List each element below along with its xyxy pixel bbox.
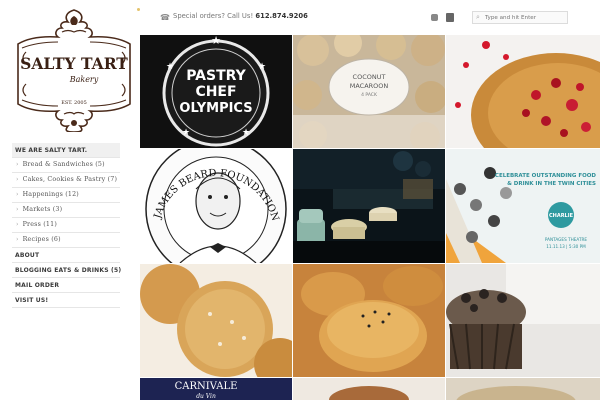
chevron-right-icon: ›: [16, 236, 19, 243]
tile-image: [293, 264, 445, 377]
tile-image: [140, 264, 292, 377]
chevron-right-icon: ›: [16, 221, 19, 228]
tile-image: [293, 378, 445, 400]
tile-text: 11.11.13 | 5:30 PM: [546, 244, 586, 249]
chevron-right-icon: ›: [16, 191, 19, 198]
nav-about[interactable]: ABOUT: [12, 248, 120, 263]
tile-text: COCONUT: [353, 73, 386, 81]
logo-name-line2: Bakery: [69, 75, 99, 84]
phone-line: Special orders? Call Us! 612.874.9206: [173, 12, 308, 20]
logo-name-line1: SALTY TART: [20, 54, 128, 73]
salty-tart-logo[interactable]: SALTY TART Bakery EST. 2005: [12, 8, 136, 132]
tile-text: 4 PACK: [361, 92, 378, 98]
nav-label: Recipes (6): [22, 236, 61, 243]
top-bar: ☎ Special orders? Call Us! 612.874.9206 …: [140, 0, 600, 34]
tile-text: CHEF: [195, 84, 236, 100]
tile-image: CARNIVALE du Vin: [140, 378, 292, 400]
nav-happenings[interactable]: › Happenings (12): [12, 188, 120, 203]
nav-label: Cakes, Cookies & Pastry (7): [22, 176, 118, 183]
category-nav: WE ARE SALTY TART. › Bread & Sandwiches (…: [12, 143, 122, 308]
nav-label: Bread & Sandwiches (5): [22, 161, 105, 168]
svg-text:★: ★: [182, 128, 190, 138]
social-icon[interactable]: [431, 14, 438, 21]
phone-icon: ☎: [160, 13, 170, 22]
chevron-right-icon: ›: [16, 161, 19, 168]
nav-label: ABOUT: [15, 252, 40, 259]
tile-fruit-tart[interactable]: [446, 35, 600, 148]
tile-pastry-bottom[interactable]: [293, 378, 445, 400]
sidebar: SALTY TART Bakery EST. 2005 WE ARE SALTY…: [0, 0, 140, 400]
search-box: ⌕: [472, 11, 568, 24]
tile-charlie-awards[interactable]: CELEBRATE OUTSTANDING FOOD & DRINK IN TH…: [446, 149, 600, 263]
tile-text: & DRINK IN THE TWIN CITIES: [507, 181, 596, 187]
nav-label: VISIT US!: [15, 297, 49, 304]
social-icon[interactable]: [446, 13, 454, 22]
nav-we-are-salty-tart[interactable]: WE ARE SALTY TART.: [12, 143, 120, 158]
nav-blogging-eats-drinks[interactable]: BLOGGING EATS & DRINKS (5): [12, 263, 122, 278]
tile-text: CELEBRATE OUTSTANDING FOOD: [495, 173, 597, 179]
tile-text: MACAROON: [350, 82, 389, 90]
nav-cakes-cookies-pastry[interactable]: › Cakes, Cookies & Pastry (7): [12, 173, 120, 188]
tile-text: PANTAGES THEATRE: [545, 237, 588, 242]
nav-bread-sandwiches[interactable]: › Bread & Sandwiches (5): [12, 158, 120, 173]
search-input[interactable]: [485, 13, 565, 22]
tile-image: COCONUT MACAROON 4 PACK: [293, 35, 445, 148]
nav-label: MAIL ORDER: [15, 282, 60, 289]
svg-text:★: ★: [211, 35, 221, 47]
nav-label: Happenings (12): [22, 191, 79, 198]
photo-grid: ★ ★ ★ ★ ★ PASTRY CHEF OLYMPICS COCONUT M…: [140, 35, 600, 400]
tile-image: [293, 149, 445, 263]
nav-recipes[interactable]: › Recipes (6): [12, 233, 120, 248]
nav-label: Press (11): [22, 221, 57, 228]
tile-image: [446, 378, 600, 400]
tile-image: [446, 264, 600, 377]
tile-cookie-bottom[interactable]: [446, 378, 600, 400]
tile-event-tables[interactable]: [293, 149, 445, 263]
nav-label: Markets (3): [22, 206, 63, 213]
tile-image: JAMES BEARD FOUNDATION AWARD FOR EXCELLE…: [140, 149, 292, 263]
tile-text: OLYMPICS: [179, 101, 252, 116]
svg-text:★: ★: [242, 128, 250, 138]
tile-text: du Vin: [196, 393, 216, 400]
tile-cupcake[interactable]: [446, 264, 600, 377]
nav-label: BLOGGING EATS & DRINKS (5): [15, 267, 122, 274]
chevron-right-icon: ›: [16, 176, 19, 183]
search-icon: ⌕: [476, 13, 480, 21]
tile-image: [446, 35, 600, 148]
tile-text: CARNIVALE: [175, 381, 238, 392]
tile-carnivale-du-vin[interactable]: CARNIVALE du Vin: [140, 378, 292, 400]
tile-pastry-chef-olympics[interactable]: ★ ★ ★ ★ ★ PASTRY CHEF OLYMPICS: [140, 35, 292, 148]
tile-text: CHARLIE: [549, 213, 574, 219]
nav-markets[interactable]: › Markets (3): [12, 203, 120, 218]
logo-est: EST. 2005: [61, 100, 87, 106]
logo-emblem: SALTY TART Bakery EST. 2005: [17, 9, 131, 132]
tile-coconut-macaroon[interactable]: COCONUT MACAROON 4 PACK: [293, 35, 445, 148]
tile-image: CELEBRATE OUTSTANDING FOOD & DRINK IN TH…: [446, 149, 600, 263]
tile-poppy-buns[interactable]: [293, 264, 445, 377]
nav-visit-us[interactable]: VISIT US!: [12, 293, 120, 308]
chevron-right-icon: ›: [16, 206, 19, 213]
tile-james-beard[interactable]: JAMES BEARD FOUNDATION AWARD FOR EXCELLE…: [140, 149, 292, 263]
tile-sugar-donuts[interactable]: [140, 264, 292, 377]
nav-label: WE ARE SALTY TART.: [15, 147, 88, 154]
phone-number[interactable]: 612.874.9206: [255, 12, 307, 20]
tile-image: ★ ★ ★ ★ ★ PASTRY CHEF OLYMPICS: [140, 35, 292, 148]
tile-text: PASTRY: [186, 68, 246, 84]
nav-press[interactable]: › Press (11): [12, 218, 120, 233]
svg-text:★: ★: [166, 62, 174, 72]
phone-label: Special orders? Call Us!: [173, 12, 254, 20]
nav-mail-order[interactable]: MAIL ORDER: [12, 278, 120, 293]
svg-text:★: ★: [258, 62, 266, 72]
